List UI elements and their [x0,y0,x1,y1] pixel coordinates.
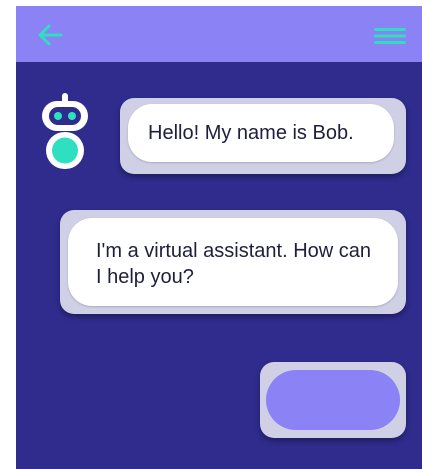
message-bubble-greeting: Hello! My name is Bob. [120,98,406,174]
reply-input[interactable] [266,370,400,430]
reply-bubble [260,362,406,438]
arrow-left-icon [38,24,63,46]
back-button[interactable] [36,23,64,47]
app-header [16,6,422,62]
robot-icon [42,93,88,169]
message-bubble-intro: I'm a virtual assistant. How can I help … [60,210,406,314]
chat-screen: Hello! My name is Bob. I'm a virtual ass… [16,6,422,469]
bot-avatar [42,93,88,169]
message-text: Hello! My name is Bob. [128,104,394,162]
message-text: I'm a virtual assistant. How can I help … [68,218,398,306]
hamburger-menu-icon [374,28,406,44]
menu-button[interactable] [374,26,406,46]
